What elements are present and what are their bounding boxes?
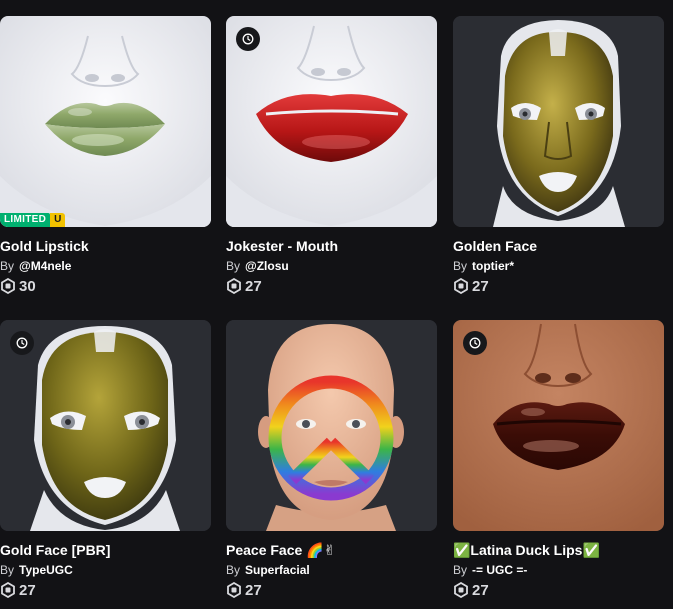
item-price: 27 [226,581,437,599]
price-value: 27 [245,581,262,599]
item-thumbnail[interactable]: LIMITED U [0,16,211,227]
item-thumbnail[interactable] [0,320,211,531]
robux-icon [454,278,468,294]
item-card-jokester-mouth[interactable]: Jokester - Mouth By @Zlosu 27 [226,16,437,295]
creator-link[interactable]: @M4nele [19,259,71,273]
item-creator: By TypeUGC [0,563,211,578]
item-card-gold-lipstick[interactable]: LIMITED U Gold Lipstick By @M4nele 30 [0,16,211,295]
item-card-golden-face[interactable]: Golden Face By toptier* 27 [453,16,664,295]
jokester-mouth-image [226,16,437,227]
price-value: 27 [245,277,262,295]
robux-icon [1,278,15,294]
item-card-gold-face-pbr[interactable]: Gold Face [PBR] By TypeUGC 27 [0,320,211,599]
item-name[interactable]: Gold Face [PBR] [0,542,211,559]
item-creator: By toptier* [453,259,664,274]
item-creator: By @M4nele [0,259,211,274]
item-creator: By Superfacial [226,563,437,578]
item-creator: By @Zlosu [226,259,437,274]
price-value: 30 [19,277,36,295]
by-label: By [453,259,468,273]
creator-link[interactable]: -= UGC =- [472,563,527,577]
by-label: By [453,563,468,577]
item-thumbnail[interactable] [226,16,437,227]
gold-face-pbr-image [0,320,211,531]
robux-icon [227,278,241,294]
by-label: By [0,259,15,273]
item-thumbnail[interactable] [453,16,664,227]
creator-link[interactable]: @Zlosu [245,259,289,273]
price-value: 27 [472,277,489,295]
item-name[interactable]: Golden Face [453,238,664,255]
item-price: 27 [0,581,211,599]
item-price: 30 [0,277,211,295]
item-thumbnail[interactable] [226,320,437,531]
clock-icon [236,27,260,51]
creator-link[interactable]: TypeUGC [19,563,73,577]
limited-badge: LIMITED [0,213,51,227]
item-name[interactable]: ✅Latina Duck Lips✅ [453,542,664,559]
limited-unique-badge: LIMITED U [0,213,66,227]
creator-link[interactable]: Superfacial [245,563,310,577]
item-card-latina-duck-lips[interactable]: ✅Latina Duck Lips✅ By -= UGC =- 27 [453,320,664,599]
robux-icon [1,582,15,598]
clock-icon [10,331,34,355]
price-value: 27 [472,581,489,599]
gold-lipstick-image [0,16,211,227]
peace-face-image [226,320,437,531]
unique-badge: U [50,213,66,227]
item-price: 27 [453,277,664,295]
item-thumbnail[interactable] [453,320,664,531]
by-label: By [226,259,241,273]
robux-icon [454,582,468,598]
item-name[interactable]: Jokester - Mouth [226,238,437,255]
robux-icon [227,582,241,598]
golden-face-image [453,16,664,227]
item-name[interactable]: Gold Lipstick [0,238,211,255]
price-value: 27 [19,581,36,599]
latina-duck-lips-image [453,320,664,531]
by-label: By [226,563,241,577]
item-creator: By -= UGC =- [453,563,664,578]
item-price: 27 [226,277,437,295]
item-name[interactable]: Peace Face 🌈✌ [226,542,437,559]
item-price: 27 [453,581,664,599]
creator-link[interactable]: toptier* [472,259,514,273]
item-card-peace-face[interactable]: Peace Face 🌈✌ By Superfacial 27 [226,320,437,599]
clock-icon [463,331,487,355]
by-label: By [0,563,15,577]
